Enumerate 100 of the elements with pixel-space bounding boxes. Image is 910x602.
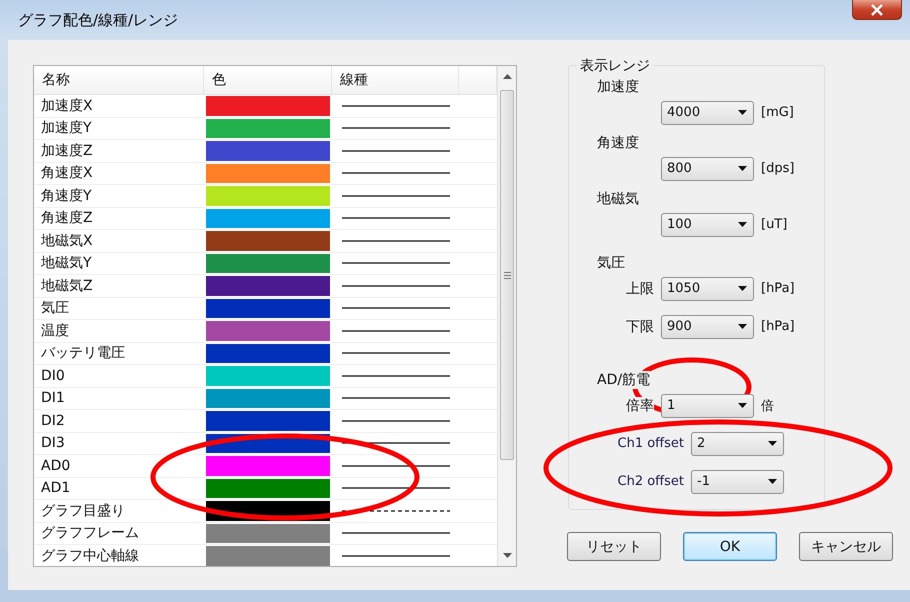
line-sample[interactable] <box>342 396 450 400</box>
line-sample[interactable] <box>342 328 450 333</box>
dropdown[interactable]: 2 <box>691 432 784 456</box>
column-header[interactable]: 名称 <box>34 66 204 94</box>
unit-label: [dps] <box>761 161 794 176</box>
scrollbar-thumb[interactable] <box>500 90 514 460</box>
unit-label: [hPa] <box>761 281 795 296</box>
unit-label: [hPa] <box>761 319 795 334</box>
table-cell-text: 気圧 <box>40 299 70 318</box>
table-cell-text: 加速度Y <box>40 119 93 138</box>
table-cell-text: AD1 <box>40 479 72 498</box>
line-sample[interactable] <box>342 216 450 220</box>
dialog-button[interactable]: OK <box>683 532 777 561</box>
line-sample[interactable] <box>342 261 450 266</box>
color-swatch[interactable] <box>206 366 330 386</box>
table-cell-text: DI3 <box>40 434 66 454</box>
line-sample[interactable] <box>342 238 450 243</box>
color-swatch[interactable] <box>206 118 330 138</box>
field-label: 倍率 <box>626 396 654 414</box>
line-sample[interactable] <box>342 104 450 108</box>
dropdown-arrow-icon <box>738 324 747 329</box>
color-swatch[interactable] <box>206 321 330 340</box>
color-swatch[interactable] <box>206 456 330 476</box>
dialog-button[interactable]: キャンセル <box>799 532 893 561</box>
dropdown-arrow-icon <box>768 441 777 446</box>
line-sample[interactable] <box>342 284 450 288</box>
dropdown[interactable]: 4000 <box>661 100 754 124</box>
dropdown-arrow-icon <box>738 403 747 408</box>
color-swatch[interactable] <box>206 298 330 318</box>
dropdown[interactable]: 1050 <box>661 276 754 300</box>
line-sample[interactable] <box>342 554 450 558</box>
table-cell-text: グラフ中心軸線 <box>40 546 140 566</box>
section-label: 加速度 <box>597 78 639 96</box>
line-sample[interactable] <box>342 171 450 176</box>
section-label: 気圧 <box>597 254 625 272</box>
color-swatch[interactable] <box>206 546 330 566</box>
color-swatch[interactable] <box>206 96 330 116</box>
scroll-down-icon[interactable] <box>502 552 512 558</box>
color-swatch[interactable] <box>206 524 330 543</box>
dropdown[interactable]: 900 <box>661 314 754 338</box>
table-cell-text: グラフフレーム <box>40 524 140 544</box>
close-button[interactable] <box>852 0 902 20</box>
line-sample[interactable] <box>342 464 450 468</box>
color-swatch[interactable] <box>206 478 330 498</box>
table-cell-text: 地磁気X <box>40 232 94 251</box>
color-swatch[interactable] <box>206 141 330 160</box>
table-cell-text: DI2 <box>40 412 66 431</box>
color-swatch[interactable] <box>206 276 330 296</box>
column-header[interactable]: 線種 <box>332 66 459 94</box>
dropdown-arrow-icon <box>738 286 747 291</box>
table-cell-text: 角速度X <box>40 164 94 184</box>
scroll-up-icon[interactable] <box>502 74 512 80</box>
line-sample[interactable] <box>342 351 450 356</box>
dropdown[interactable]: 1 <box>661 394 754 418</box>
table-cell-text: DI0 <box>40 366 66 386</box>
dialog-button[interactable]: リセット <box>567 532 661 561</box>
color-swatch[interactable] <box>206 208 330 228</box>
close-icon <box>870 4 884 16</box>
color-swatch[interactable] <box>206 231 330 250</box>
line-sample[interactable] <box>342 374 450 378</box>
table-cell-text: 加速度Z <box>40 142 94 161</box>
line-sample[interactable] <box>342 126 450 130</box>
line-sample[interactable] <box>342 418 450 423</box>
group-title: 表示レンジ <box>577 57 653 75</box>
section-label: AD/筋電 <box>597 371 650 389</box>
column-header[interactable]: 色 <box>204 66 332 94</box>
table-cell-text: グラフ目盛り <box>40 502 126 521</box>
line-sample[interactable] <box>342 148 450 153</box>
line-sample[interactable] <box>342 531 450 536</box>
scrollbar[interactable] <box>497 66 516 566</box>
color-swatch[interactable] <box>206 164 330 183</box>
unit-label: 倍 <box>761 396 774 414</box>
window-title: グラフ配色/線種/レンジ <box>18 10 178 30</box>
table-cell-text: AD0 <box>40 456 72 476</box>
dropdown[interactable]: 800 <box>661 156 754 180</box>
table-cell-text: 地磁気Z <box>40 276 94 296</box>
table-cell-text: 加速度X <box>40 96 94 116</box>
dropdown[interactable]: -1 <box>691 470 784 494</box>
line-sample[interactable] <box>342 194 450 198</box>
line-sample[interactable] <box>342 306 450 310</box>
color-swatch[interactable] <box>206 411 330 430</box>
unit-label: [uT] <box>761 217 788 232</box>
dropdown-arrow-icon <box>738 166 747 171</box>
dropdown-arrow-icon <box>768 479 777 484</box>
unit-label: [mG] <box>761 105 794 120</box>
section-label: 角速度 <box>597 134 639 152</box>
section-label: 地磁気 <box>597 190 639 208</box>
color-swatch[interactable] <box>206 344 330 363</box>
color-swatch[interactable] <box>206 388 330 408</box>
table-cell-text: 地磁気Y <box>40 254 93 274</box>
table-cell-text: DI1 <box>40 389 66 408</box>
table-cell-text: 角速度Z <box>40 209 94 228</box>
line-sample[interactable] <box>342 486 450 490</box>
color-swatch[interactable] <box>206 186 330 206</box>
color-swatch[interactable] <box>206 254 330 273</box>
dropdown[interactable]: 100 <box>661 212 754 236</box>
dropdown-arrow-icon <box>738 222 747 227</box>
dropdown-arrow-icon <box>738 110 747 115</box>
table-cell-text: 角速度Y <box>40 186 93 206</box>
field-label: 上限 <box>626 280 654 298</box>
